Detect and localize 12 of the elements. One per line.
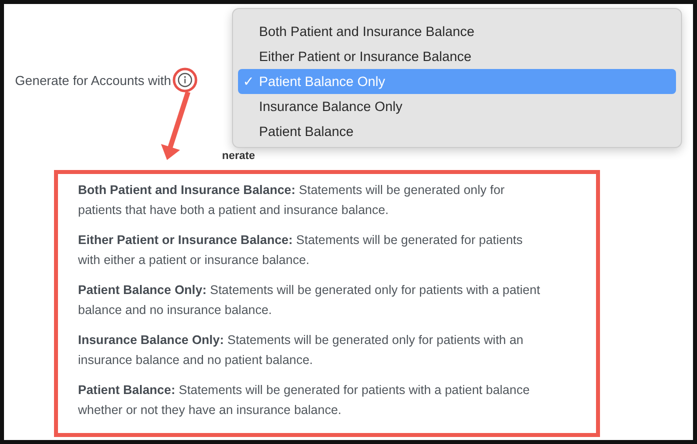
menu-item[interactable]: Patient Balance [238,119,676,144]
tooltip-paragraph: Either Patient or Insurance Balance: Statements will be generated for patients with either a patient or insurance balance. [78,232,524,269]
menu-item[interactable]: Either Patient or Insurance Balance [238,44,676,69]
tooltip-paragraph: Insurance Balance Only: Statements will be generated only for patients with an insurance balance and no patient balance. [78,332,524,369]
section-heading: nerate [222,150,256,162]
tooltip-paragraph: Patient Balance: Statements will be generated for patients with a patient balance whether or not they have an insurance balance. [78,382,531,419]
info-icon[interactable] [172,67,198,93]
tooltip-paragraph: Both Patient and Insurance Balance: Statements will be generated only for patients that have both a patient and insurance balance. [78,182,506,219]
field-label: Generate for Accounts with [15,72,172,88]
menu-item[interactable]: Insurance Balance Only [238,94,676,119]
menu-item[interactable]: Both Patient and Insurance Balance [238,19,676,44]
tooltip-paragraph: Patient Balance Only: Statements will be generated only for patients with a patient balance and no insurance balance. [78,282,542,319]
